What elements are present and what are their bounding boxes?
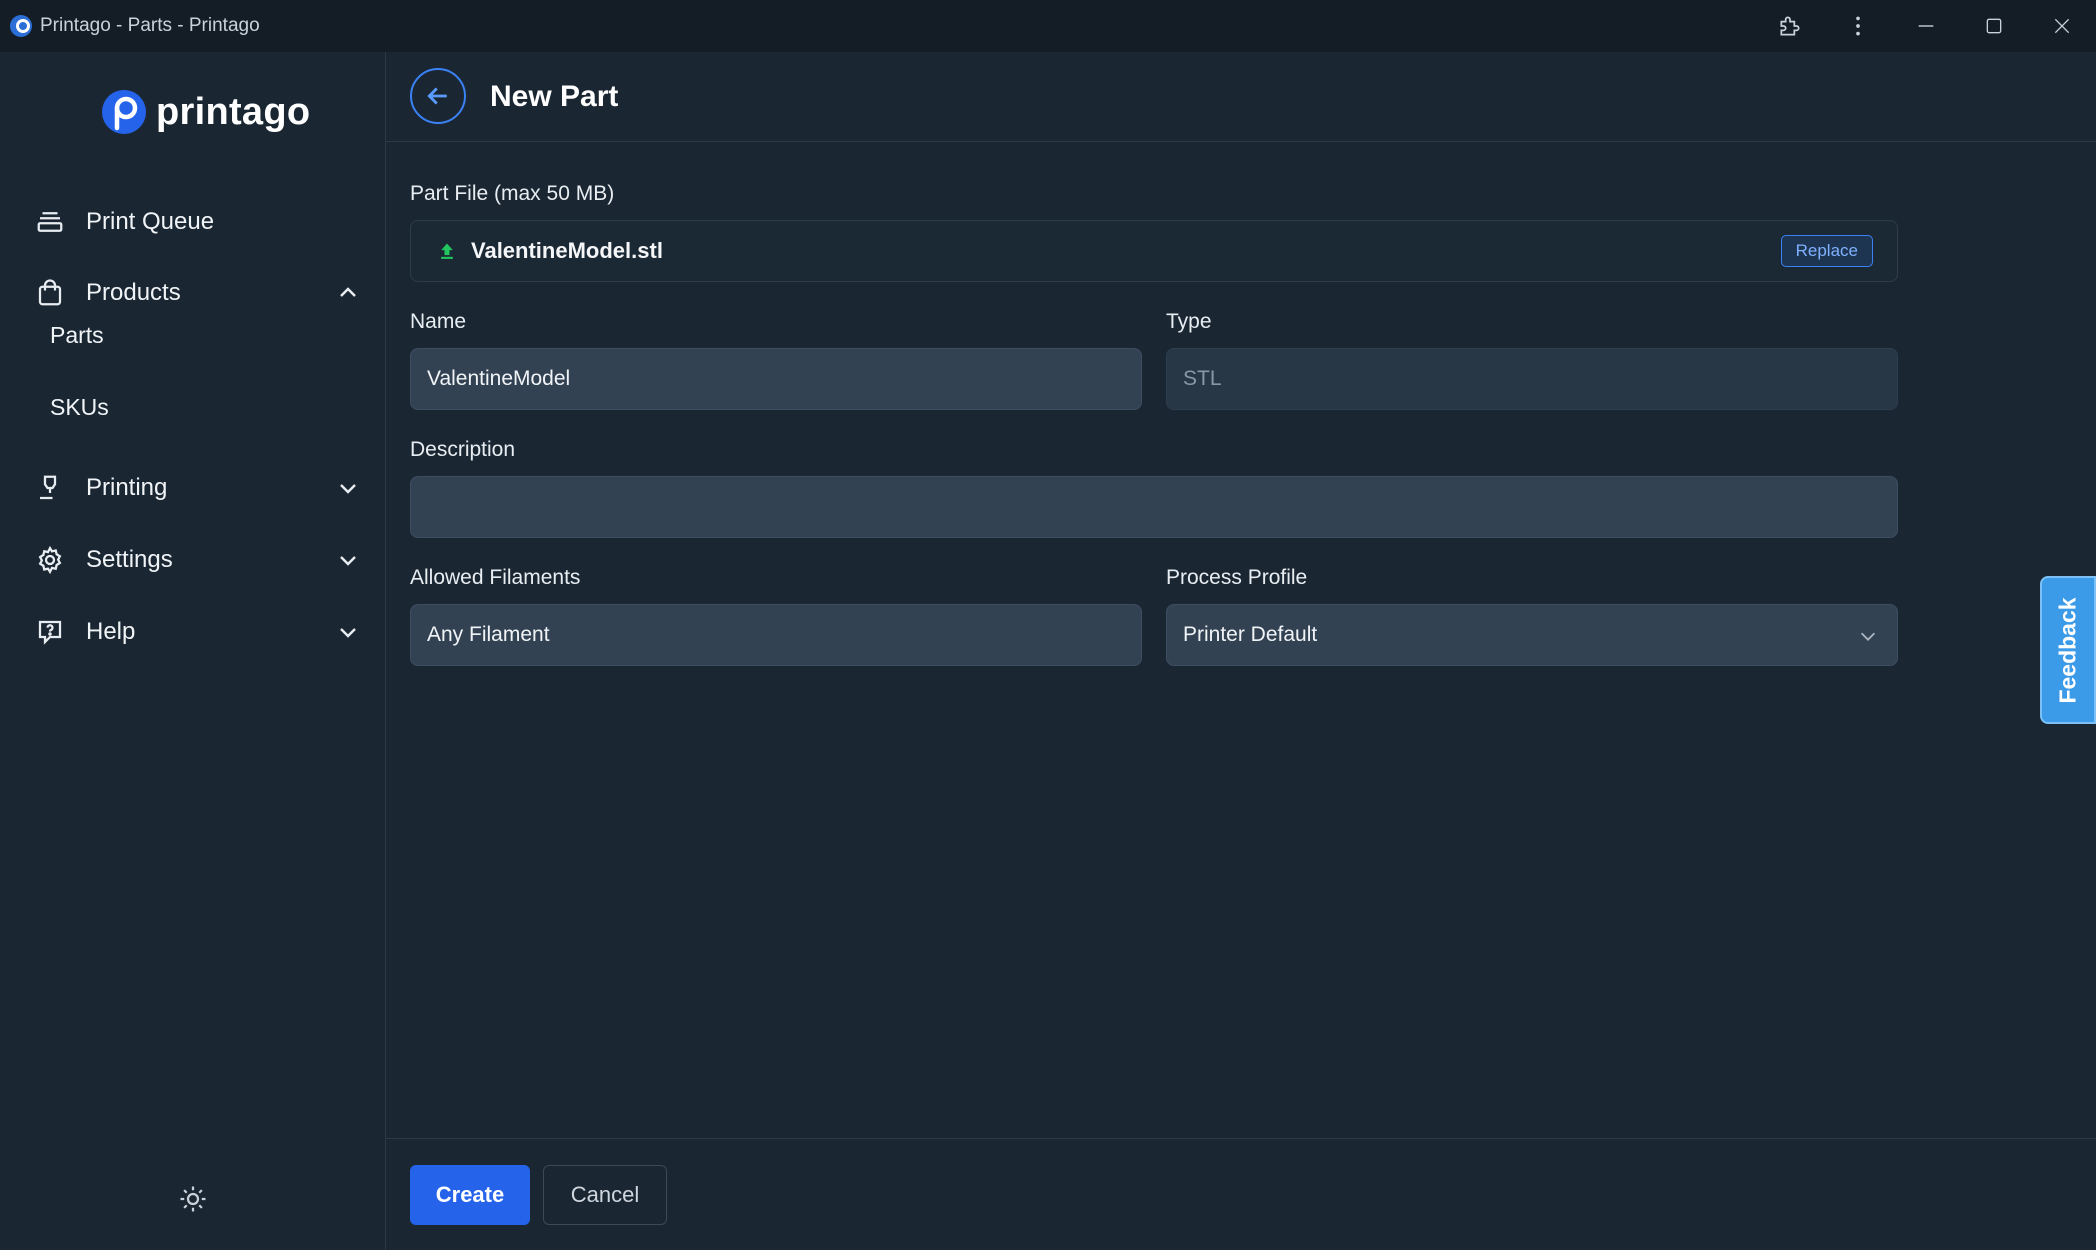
sidebar-item-products[interactable]: Products <box>0 263 386 323</box>
sidebar-item-printing[interactable]: Printing <box>0 458 386 518</box>
printago-logo[interactable]: printago <box>100 88 310 136</box>
page-header: New Part <box>386 52 2096 142</box>
upload-icon <box>441 243 453 259</box>
nozzle-icon <box>34 472 66 504</box>
printago-logo-icon <box>102 90 146 134</box>
window-controls <box>1756 0 2096 52</box>
sidebar-item-label: Products <box>86 279 181 306</box>
chevron-down-icon[interactable] <box>336 476 360 500</box>
maximize-icon[interactable] <box>1960 0 2028 52</box>
sidebar-item-help[interactable]: Help <box>0 602 386 662</box>
sidebar-item-settings[interactable]: Settings <box>0 530 386 590</box>
part-file-box: ValentineModel.stl Replace <box>410 220 1898 282</box>
printago-app-icon <box>10 15 32 37</box>
chevron-down-icon[interactable] <box>336 620 360 644</box>
queue-icon <box>34 206 66 238</box>
back-button[interactable] <box>410 68 466 124</box>
chevron-up-icon[interactable] <box>336 281 360 305</box>
cancel-button[interactable]: Cancel <box>543 1165 667 1225</box>
close-icon[interactable] <box>2028 0 2096 52</box>
allowed-filaments-label: Allowed Filaments <box>410 566 581 589</box>
process-profile-value: Printer Default <box>1183 623 1318 646</box>
part-file-name: ValentineModel.stl <box>471 238 663 263</box>
bag-icon <box>34 277 66 309</box>
sidebar: printago Print Queue Products Parts SKUs <box>0 52 386 1250</box>
create-button[interactable]: Create <box>410 1165 530 1225</box>
more-options-icon[interactable] <box>1824 0 1892 52</box>
description-label: Description <box>410 438 516 461</box>
part-file-label: Part File (max 50 MB) <box>410 182 615 205</box>
type-label: Type <box>1166 310 1212 333</box>
name-input[interactable]: ValentineModel <box>410 348 1142 410</box>
page-title: New Part <box>490 80 619 113</box>
sidebar-subitem-skus[interactable]: SKUs <box>50 394 109 421</box>
sidebar-subitem-parts[interactable]: Parts <box>50 322 104 349</box>
sidebar-item-label: Settings <box>86 546 173 573</box>
sidebar-item-print-queue[interactable]: Print Queue <box>0 192 386 252</box>
allowed-filaments-input[interactable]: Any Filament <box>410 604 1142 666</box>
sidebar-item-label: Printing <box>86 474 168 501</box>
form-footer: Create Cancel <box>386 1138 2096 1250</box>
description-input[interactable] <box>410 476 1898 538</box>
main-content: New Part Part File (max 50 MB) Valentine… <box>386 52 2096 1250</box>
process-profile-select[interactable]: Printer Default <box>1166 604 1898 666</box>
name-label: Name <box>410 310 467 333</box>
feedback-label: Feedback <box>2054 596 2081 704</box>
replace-button[interactable]: Replace <box>1780 235 1873 267</box>
logo-text: printago <box>156 90 311 133</box>
extensions-icon[interactable] <box>1756 0 1824 52</box>
feedback-tab[interactable]: Feedback <box>2040 576 2096 724</box>
arrow-left-icon <box>427 87 447 105</box>
chevron-down-icon <box>1860 632 1876 641</box>
title-bar: Printago - Parts - Printago <box>0 0 2096 52</box>
app-window: Printago - Parts - Printago printago Pri… <box>0 0 2096 1250</box>
sun-icon[interactable] <box>178 1184 208 1214</box>
minimize-icon[interactable] <box>1892 0 1960 52</box>
sidebar-item-label: Help <box>86 618 136 645</box>
process-profile-label: Process Profile <box>1166 566 1308 589</box>
chevron-down-icon[interactable] <box>336 548 360 572</box>
gear-icon <box>34 544 66 576</box>
help-icon <box>34 616 66 648</box>
type-input: STL <box>1166 348 1898 410</box>
window-title: Printago - Parts - Printago <box>40 15 260 36</box>
sidebar-item-label: Print Queue <box>86 208 215 235</box>
